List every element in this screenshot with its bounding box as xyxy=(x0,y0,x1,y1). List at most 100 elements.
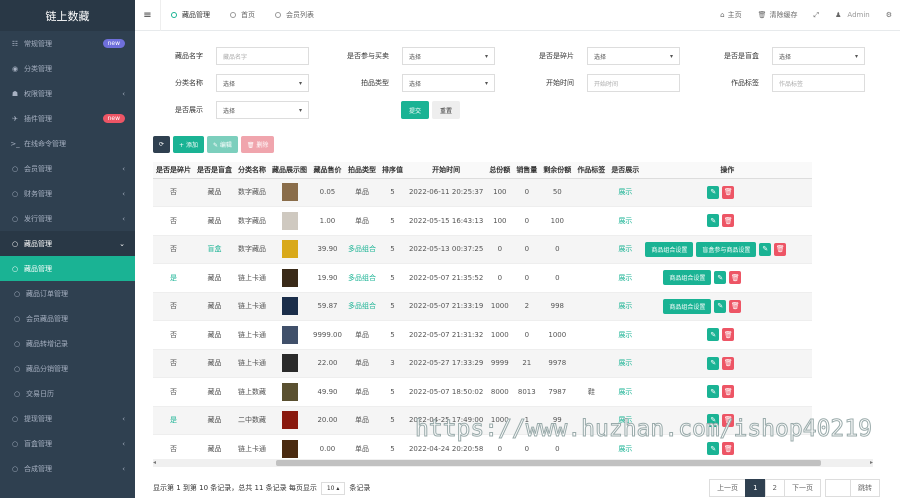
column-header[interactable]: 作品标签 xyxy=(574,162,609,179)
collectible-thumbnail[interactable] xyxy=(281,354,298,373)
tag-input[interactable]: 作品标签 xyxy=(772,74,865,92)
row-delete-icon[interactable]: 🗑 xyxy=(774,242,787,256)
column-header[interactable]: 开始时间 xyxy=(405,162,487,179)
category-select[interactable]: 选择 ▾ xyxy=(216,74,309,92)
sidebar-item[interactable]: ○ 提现管理 ‹ xyxy=(0,406,135,431)
collectible-thumbnail[interactable] xyxy=(281,297,298,316)
column-header[interactable]: 剩余份额 xyxy=(540,162,575,179)
collectible-thumbnail[interactable] xyxy=(281,240,298,259)
column-header[interactable]: 销售量 xyxy=(513,162,541,179)
scrollbar-thumb[interactable] xyxy=(276,460,821,466)
fullscreen-icon[interactable]: ⤢ xyxy=(806,0,828,31)
combo-settings-button[interactable]: 商品组合设置 xyxy=(663,298,712,314)
row-edit-icon[interactable]: ✎ xyxy=(707,385,720,399)
column-header[interactable]: 操作 xyxy=(642,162,813,179)
collectible-thumbnail[interactable] xyxy=(281,325,298,344)
row-edit-icon[interactable]: ✎ xyxy=(707,442,720,456)
home-link[interactable]: ⌂ 主页 xyxy=(712,0,749,31)
collectible-thumbnail[interactable] xyxy=(281,382,298,401)
combo-settings-button[interactable]: 盲盒参与商品设置 xyxy=(696,241,757,257)
column-header[interactable]: 是否是碎片 xyxy=(153,162,194,179)
scroll-right-icon[interactable]: ▸ xyxy=(870,459,873,466)
column-header[interactable]: 是否是盲盒 xyxy=(194,162,235,179)
column-header[interactable]: 是否展示 xyxy=(608,162,643,179)
row-delete-icon[interactable]: 🗑 xyxy=(722,356,735,370)
sidebar-item[interactable]: ○ 交易日历 xyxy=(0,381,135,406)
submit-button[interactable]: 提交 xyxy=(401,101,430,119)
row-delete-icon[interactable]: 🗑 xyxy=(722,385,735,399)
tab-0[interactable]: 藏品管理 xyxy=(161,0,220,31)
delete-button[interactable]: 🗑 删除 xyxy=(240,136,275,153)
sidebar-item[interactable]: ○ 财务管理 ‹ xyxy=(0,181,135,206)
row-delete-icon[interactable]: 🗑 xyxy=(722,214,735,228)
sidebar-item[interactable]: ○ 发行管理 ‹ xyxy=(0,206,135,231)
column-header[interactable]: 拍品类型 xyxy=(344,162,379,179)
prev-page-button[interactable]: 上一页 xyxy=(709,479,747,497)
page-1-button[interactable]: 1 xyxy=(745,479,766,497)
table-row[interactable]: 否盲盒 数字藏品 39.90 多品组合 5 2022-05-13 00:37:25 0 0 0 展… xyxy=(153,235,813,264)
add-button[interactable]: + 添加 xyxy=(173,136,204,153)
tab-1[interactable]: 首页 xyxy=(220,0,265,31)
row-edit-icon[interactable]: ✎ xyxy=(759,242,772,256)
sidebar-item[interactable]: ○ 会员藏品管理 xyxy=(0,306,135,331)
page-2-button[interactable]: 2 xyxy=(764,479,785,497)
row-edit-icon[interactable]: ✎ xyxy=(707,185,720,199)
collectible-thumbnail[interactable] xyxy=(281,411,298,430)
sidebar-item[interactable]: ○ 会员管理 ‹ xyxy=(0,156,135,181)
collectible-thumbnail[interactable] xyxy=(281,211,298,230)
show-select[interactable]: 选择 ▾ xyxy=(216,101,309,119)
row-edit-icon[interactable]: ✎ xyxy=(714,271,727,285)
table-row[interactable]: 否藏品 链上卡通 9999.00 单品 5 2022-05-07 21:31:32 1000… xyxy=(153,320,813,350)
table-row[interactable]: 否藏品 链上卡通 22.00 单品 3 2022-05-27 17:33:29 9999 21… xyxy=(153,349,813,378)
combo-settings-button[interactable]: 商品组合设置 xyxy=(663,270,712,286)
table-row[interactable]: 否藏品 数字藏品 1.00 单品 5 2022-05-15 16:43:13 100 0 100… xyxy=(153,206,813,236)
menu-toggle-icon[interactable]: ≡ xyxy=(135,0,161,31)
sidebar-item[interactable]: ☷ 常规管理 new xyxy=(0,31,135,56)
clear-cache-button[interactable]: 🗑 清除缓存 xyxy=(750,0,806,31)
collectible-thumbnail[interactable] xyxy=(281,268,298,287)
next-page-button[interactable]: 下一页 xyxy=(784,479,821,497)
row-edit-icon[interactable]: ✎ xyxy=(707,328,720,342)
auction-select[interactable]: 选择 ▾ xyxy=(402,74,495,92)
table-row[interactable]: 否藏品 数字藏品 0.05 单品 5 2022-06-11 20:25:37 100 0 50 展… xyxy=(153,178,813,207)
sidebar-item[interactable]: ○ 盲盒管理 ‹ xyxy=(0,431,135,456)
name-input[interactable]: 藏品名字 xyxy=(216,47,309,65)
sidebar-item[interactable]: ○ 合成管理 ‹ xyxy=(0,456,135,481)
column-header[interactable]: 排序值 xyxy=(378,162,406,179)
sidebar-item[interactable]: ○ 藏品订单管理 xyxy=(0,281,135,306)
column-header[interactable]: 分类名称 xyxy=(235,162,269,179)
table-row[interactable]: 是藏品 链上卡通 19.90 多品组合 5 2022-05-07 21:35:52 0 0 0 展… xyxy=(153,263,813,293)
sidebar-item[interactable]: ◉ 分类管理 xyxy=(0,56,135,81)
scroll-left-icon[interactable]: ◂ xyxy=(153,459,156,466)
page-size-select[interactable]: 10 ▴ xyxy=(320,481,346,495)
row-edit-icon[interactable]: ✎ xyxy=(714,299,727,313)
table-row[interactable]: 否藏品 链上卡通 59.87 多品组合 5 2022-05-07 21:33:19 1000… xyxy=(153,292,813,321)
reset-button[interactable]: 重置 xyxy=(432,101,461,119)
column-header[interactable]: 总份额 xyxy=(486,162,514,179)
blindbox-select[interactable]: 选择 ▾ xyxy=(772,47,865,65)
sidebar-item[interactable]: >_ 在线命令管理 xyxy=(0,131,135,156)
tab-2[interactable]: 会员列表 xyxy=(265,0,324,31)
edit-button[interactable]: ✎ 编辑 xyxy=(206,136,238,153)
sidebar-item[interactable]: ○ 藏品分销管理 xyxy=(0,356,135,381)
row-delete-icon[interactable]: 🗑 xyxy=(722,328,735,342)
row-edit-icon[interactable]: ✎ xyxy=(707,214,720,228)
settings-icon[interactable]: ⚙ xyxy=(878,0,900,31)
start-time-input[interactable]: 开始时间 xyxy=(587,74,680,92)
sidebar-item[interactable]: ○ 藏品管理 xyxy=(0,256,135,281)
row-edit-icon[interactable]: ✎ xyxy=(707,356,720,370)
collectible-thumbnail[interactable] xyxy=(281,439,298,458)
row-delete-icon[interactable]: 🗑 xyxy=(722,185,735,199)
row-delete-icon[interactable]: 🗑 xyxy=(722,442,735,456)
column-header[interactable]: 藏品售价 xyxy=(310,162,345,179)
row-delete-icon[interactable]: 🗑 xyxy=(729,299,742,313)
horizontal-scrollbar[interactable]: ◂ ▸ xyxy=(153,459,873,467)
sidebar-item[interactable]: ○ 藏品管理 ⌄ xyxy=(0,231,135,256)
jump-button[interactable]: 跳转 xyxy=(850,479,880,497)
lottery-select[interactable]: 选择 ▾ xyxy=(402,47,495,65)
jump-page-input[interactable] xyxy=(825,479,851,497)
sidebar-item[interactable]: ☗ 权限管理 ‹ xyxy=(0,81,135,106)
sidebar-item[interactable]: ○ 藏品转增记录 xyxy=(0,331,135,356)
row-delete-icon[interactable]: 🗑 xyxy=(729,271,742,285)
sidebar-item[interactable]: ✈ 插件管理 new xyxy=(0,106,135,131)
